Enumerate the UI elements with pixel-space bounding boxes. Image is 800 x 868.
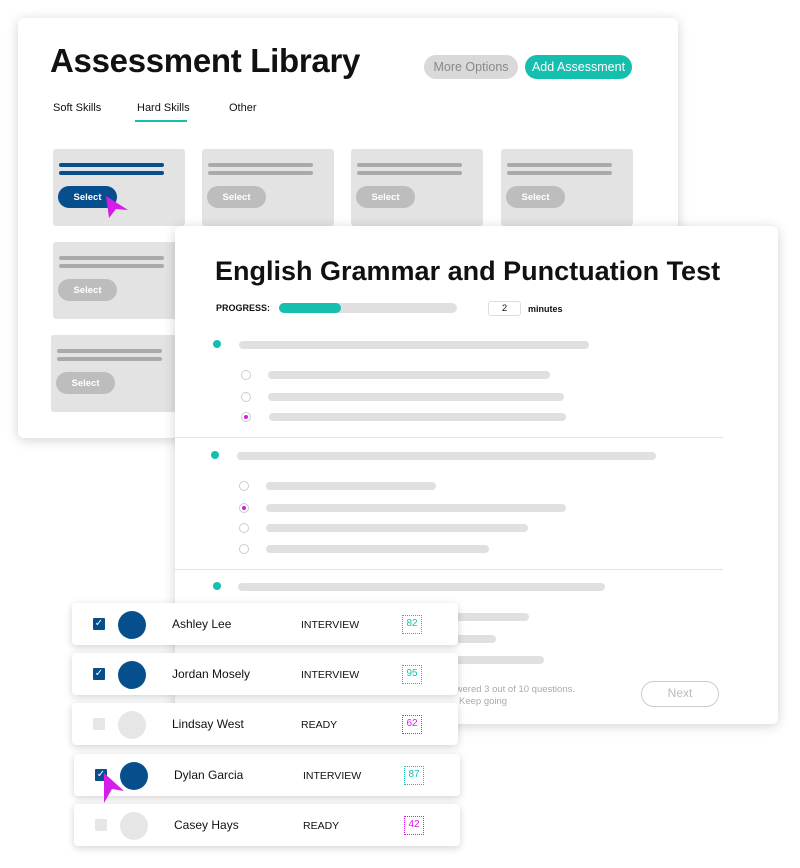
test-title: English Grammar and Punctuation Test <box>215 256 721 286</box>
divider <box>175 569 723 570</box>
score-badge: 42 <box>404 816 424 835</box>
row-checkbox[interactable] <box>95 819 107 831</box>
question-marker <box>213 340 221 348</box>
assessment-tile[interactable]: Select <box>351 149 483 226</box>
active-tab-indicator <box>135 120 187 122</box>
select-button[interactable]: Select <box>58 279 117 301</box>
row-checkbox[interactable] <box>93 718 105 730</box>
candidate-status: READY <box>303 820 340 832</box>
minutes-value: 2 <box>488 301 521 316</box>
minutes-label: minutes <box>528 304 563 314</box>
candidate-row[interactable]: Lindsay West READY 62 <box>72 703 458 745</box>
progress-submessage: Keep going <box>459 696 508 707</box>
candidate-name: Dylan Garcia <box>174 768 244 782</box>
assessment-tile[interactable]: Select <box>51 335 183 412</box>
select-button[interactable]: Select <box>56 372 115 394</box>
question-text <box>239 341 589 349</box>
divider <box>175 437 723 438</box>
question-marker <box>211 451 219 459</box>
answer-radio-selected[interactable] <box>241 412 251 422</box>
page-title: Assessment Library <box>50 42 361 79</box>
candidate-row[interactable]: ✓ Ashley Lee INTERVIEW 82 <box>72 603 458 645</box>
score-badge: 95 <box>402 665 422 684</box>
select-button[interactable]: Select <box>506 186 565 208</box>
avatar <box>118 661 146 689</box>
candidate-status: READY <box>301 719 338 731</box>
tab-other[interactable]: Other <box>229 102 257 114</box>
avatar <box>120 812 148 840</box>
candidate-status: INTERVIEW <box>303 770 362 782</box>
answer-radio[interactable] <box>239 523 249 533</box>
question-marker <box>213 582 221 590</box>
candidate-row[interactable]: ✓ Dylan Garcia INTERVIEW 87 <box>74 754 460 796</box>
progress-label: PROGRESS: <box>216 303 271 313</box>
row-checkbox[interactable]: ✓ <box>93 618 105 630</box>
answer-radio-selected[interactable] <box>239 503 249 513</box>
answer-radio[interactable] <box>241 392 251 402</box>
tab-hard-skills[interactable]: Hard Skills <box>137 102 190 114</box>
assessment-tile[interactable]: Select <box>202 149 334 226</box>
next-button[interactable]: Next <box>641 681 719 707</box>
candidate-row[interactable]: ✓ Jordan Mosely INTERVIEW 95 <box>72 653 458 695</box>
score-badge: 82 <box>402 615 422 634</box>
tab-soft-skills[interactable]: Soft Skills <box>53 102 101 114</box>
progress-fill <box>279 303 342 313</box>
question-text <box>237 452 656 460</box>
more-options-button[interactable]: More Options <box>424 55 518 79</box>
score-badge: 62 <box>402 715 422 734</box>
candidate-name: Jordan Mosely <box>172 667 251 681</box>
candidate-name: Lindsay West <box>172 717 244 731</box>
score-badge: 87 <box>404 766 424 785</box>
avatar <box>118 711 146 739</box>
select-button[interactable]: Select <box>356 186 415 208</box>
row-checkbox[interactable]: ✓ <box>93 668 105 680</box>
answer-radio[interactable] <box>239 481 249 491</box>
assessment-tile[interactable]: Select <box>501 149 633 226</box>
add-assessment-button[interactable]: Add Assessment <box>525 55 632 79</box>
answer-radio[interactable] <box>241 370 251 380</box>
avatar <box>118 611 146 639</box>
cursor-icon <box>106 196 128 218</box>
candidate-row[interactable]: Casey Hays READY 42 <box>74 804 460 846</box>
assessment-tile[interactable]: Select <box>53 242 185 319</box>
answer-radio[interactable] <box>239 544 249 554</box>
candidate-status: INTERVIEW <box>301 669 360 681</box>
progress-bar <box>279 303 457 313</box>
candidate-name: Casey Hays <box>174 818 239 832</box>
candidate-name: Ashley Lee <box>172 617 232 631</box>
candidate-status: INTERVIEW <box>301 619 360 631</box>
question-text <box>238 583 605 591</box>
select-button[interactable]: Select <box>207 186 266 208</box>
test-panel: English Grammar and Punctuation Test PRO… <box>175 226 778 724</box>
cursor-icon <box>104 773 124 803</box>
